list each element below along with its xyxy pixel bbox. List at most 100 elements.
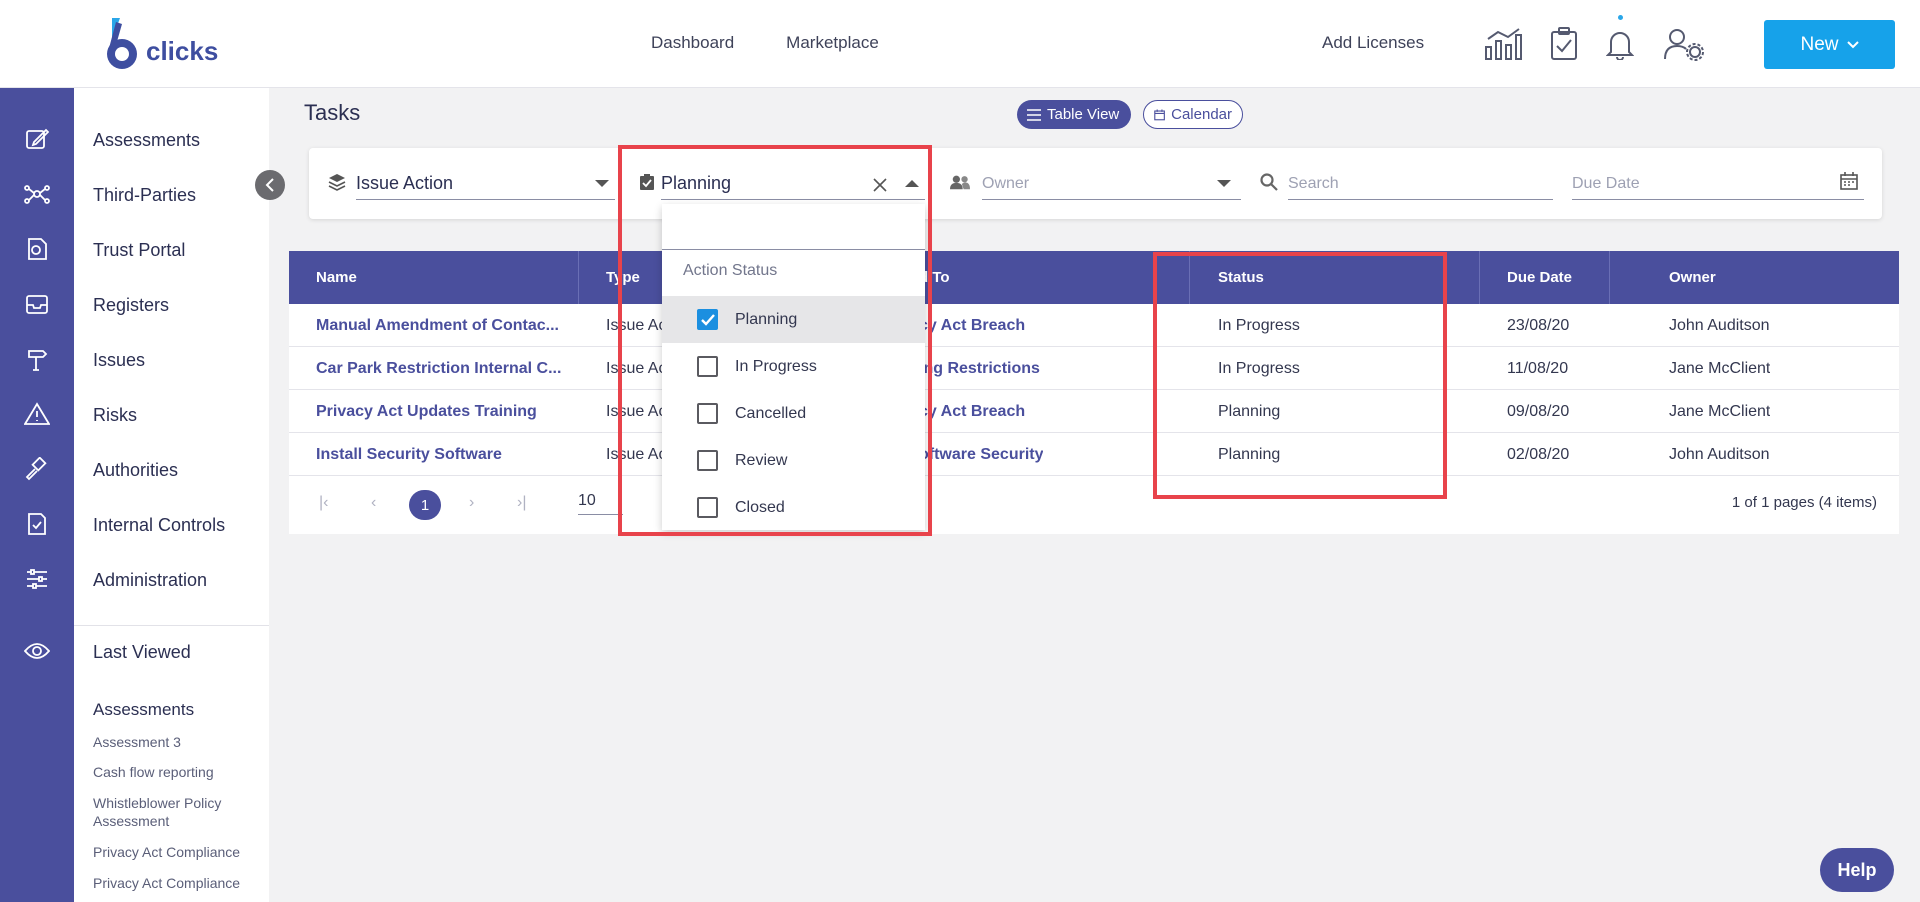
sidebar-item-administration[interactable]: Administration bbox=[93, 570, 207, 591]
column-header-owner[interactable]: Owner bbox=[1642, 251, 1716, 304]
help-label: Help bbox=[1837, 859, 1877, 880]
table-row[interactable]: Privacy Act Updates Training Issue Ac cy… bbox=[289, 390, 1899, 433]
risks-warning-icon[interactable] bbox=[22, 399, 52, 429]
icon-rail bbox=[0, 88, 74, 902]
chevron-left-icon bbox=[265, 178, 274, 192]
list-icon bbox=[1027, 108, 1041, 121]
table-row[interactable]: Install Security Software Issue Ac oftwa… bbox=[289, 433, 1899, 476]
authorities-gavel-icon[interactable] bbox=[22, 454, 52, 484]
internal-controls-checklist-icon[interactable] bbox=[22, 509, 52, 539]
top-nav: Dashboard Marketplace bbox=[651, 33, 879, 53]
sidebar-divider bbox=[74, 625, 269, 626]
first-page-icon[interactable]: |‹ bbox=[319, 494, 328, 512]
calendar-icon[interactable] bbox=[1840, 172, 1858, 190]
type-filter-select[interactable]: Issue Action bbox=[356, 168, 615, 200]
sidebar-item-issues[interactable]: Issues bbox=[93, 350, 145, 371]
task-name-link[interactable]: Manual Amendment of Contac... bbox=[289, 304, 578, 347]
task-linked-to-link[interactable]: oftware Security bbox=[919, 433, 1043, 476]
due-date-placeholder: Due Date bbox=[1572, 174, 1640, 192]
last-viewed-eye-icon[interactable] bbox=[22, 636, 52, 666]
sidebar-item-trust-portal[interactable]: Trust Portal bbox=[93, 240, 185, 261]
filter-panel: Issue Action Planning Owner Search Due D… bbox=[309, 148, 1882, 219]
task-owner: John Auditson bbox=[1669, 445, 1770, 463]
task-due-date: 02/08/20 bbox=[1507, 445, 1570, 463]
task-name-link[interactable]: Privacy Act Updates Training bbox=[289, 390, 578, 433]
column-separator bbox=[1609, 251, 1610, 304]
new-button-label: New bbox=[1800, 33, 1839, 55]
previous-page-icon[interactable]: ‹ bbox=[371, 494, 376, 512]
search-input[interactable]: Search bbox=[1288, 168, 1553, 200]
top-bar: clicks Dashboard Marketplace Add License… bbox=[0, 0, 1920, 88]
third-parties-network-icon[interactable] bbox=[22, 179, 52, 209]
recent-item[interactable]: Cash flow reporting bbox=[93, 763, 263, 781]
table-row[interactable]: Car Park Restriction Internal C... Issue… bbox=[289, 347, 1899, 390]
table-header: Name Type d To Status Due Date Owner bbox=[289, 251, 1899, 304]
logo[interactable]: clicks bbox=[98, 16, 218, 72]
recent-item[interactable]: Assessment 3 bbox=[93, 733, 263, 751]
page-number-current[interactable]: 1 bbox=[409, 490, 441, 520]
registers-tray-icon[interactable] bbox=[22, 289, 52, 319]
sidebar-item-assessments[interactable]: Assessments bbox=[93, 130, 200, 151]
pagination: |‹ ‹ 1 › ›| 10 1 of 1 pages (4 items) bbox=[289, 476, 1899, 534]
table-view-label: Table View bbox=[1047, 106, 1120, 123]
logo-text: clicks bbox=[146, 35, 219, 66]
logo-mark-icon bbox=[98, 16, 142, 72]
search-icon bbox=[1259, 172, 1279, 192]
recent-item[interactable]: Privacy Act Compliance bbox=[93, 874, 263, 892]
table-view-button[interactable]: Table View bbox=[1017, 100, 1131, 129]
task-due-date: 11/08/20 bbox=[1507, 359, 1569, 377]
page-title: Tasks bbox=[304, 100, 361, 125]
task-linked-to-link[interactable]: ing Restrictions bbox=[919, 347, 1040, 390]
layers-icon bbox=[327, 172, 347, 192]
caret-down-icon bbox=[1217, 180, 1231, 187]
task-linked-to-link[interactable]: cy Act Breach bbox=[919, 304, 1025, 347]
last-viewed-heading: Last Viewed bbox=[93, 642, 191, 662]
task-name-link[interactable]: Car Park Restriction Internal C... bbox=[289, 347, 578, 390]
due-date-input[interactable]: Due Date bbox=[1572, 168, 1864, 200]
nav-marketplace[interactable]: Marketplace bbox=[786, 33, 879, 53]
help-button[interactable]: Help bbox=[1820, 848, 1894, 892]
calendar-view-button[interactable]: Calendar bbox=[1143, 100, 1243, 129]
bell-icon[interactable] bbox=[1598, 24, 1642, 64]
column-header-due-date[interactable]: Due Date bbox=[1480, 251, 1572, 304]
table-row[interactable]: Manual Amendment of Contac... Issue Ac c… bbox=[289, 304, 1899, 347]
trust-portal-document-icon[interactable] bbox=[22, 234, 52, 264]
assessments-edit-icon[interactable] bbox=[22, 124, 52, 154]
add-licenses-link[interactable]: Add Licenses bbox=[1322, 33, 1424, 53]
owner-filter-select[interactable]: Owner bbox=[982, 168, 1241, 200]
user-settings-icon[interactable] bbox=[1662, 24, 1706, 64]
sidebar-item-third-parties[interactable]: Third-Parties bbox=[93, 185, 196, 206]
tasks-table: Name Type d To Status Due Date Owner Man… bbox=[289, 251, 1899, 534]
last-page-icon[interactable]: ›| bbox=[517, 494, 526, 512]
task-linked-to-link[interactable]: cy Act Breach bbox=[919, 390, 1025, 433]
sidebar-item-internal-controls[interactable]: Internal Controls bbox=[93, 515, 225, 536]
task-name-link[interactable]: Install Security Software bbox=[289, 433, 578, 476]
task-owner: Jane McClient bbox=[1669, 359, 1771, 377]
pagination-info: 1 of 1 pages (4 items) bbox=[1731, 494, 1877, 511]
sidebar-collapse-button[interactable] bbox=[255, 170, 285, 200]
column-header-name[interactable]: Name bbox=[289, 251, 357, 304]
issues-signpost-icon[interactable] bbox=[22, 344, 52, 374]
sidebar-item-registers[interactable]: Registers bbox=[93, 295, 169, 316]
calendar-view-label: Calendar bbox=[1171, 106, 1232, 123]
analytics-chart-icon[interactable] bbox=[1481, 24, 1525, 64]
page-size-select[interactable]: 10 bbox=[578, 492, 623, 515]
table-body: Manual Amendment of Contac... Issue Ac c… bbox=[289, 304, 1899, 476]
recent-item[interactable]: Privacy Act Compliance bbox=[93, 843, 263, 861]
task-due-date: 09/08/20 bbox=[1507, 402, 1570, 420]
highlight-box-status-column bbox=[1153, 252, 1447, 499]
people-icon bbox=[950, 172, 970, 192]
task-owner: John Auditson bbox=[1669, 316, 1770, 334]
notification-dot bbox=[1618, 15, 1623, 20]
task-owner: Jane McClient bbox=[1669, 402, 1771, 420]
tasks-clipboard-icon[interactable] bbox=[1542, 24, 1586, 64]
nav-dashboard[interactable]: Dashboard bbox=[651, 33, 734, 53]
sidebar-item-risks[interactable]: Risks bbox=[93, 405, 137, 426]
administration-sliders-icon[interactable] bbox=[22, 564, 52, 594]
sidebar-item-authorities[interactable]: Authorities bbox=[93, 460, 178, 481]
recent-item[interactable]: Whistleblower Policy Assessment bbox=[93, 794, 263, 830]
new-button[interactable]: New bbox=[1764, 20, 1895, 69]
next-page-icon[interactable]: › bbox=[469, 494, 474, 512]
search-placeholder: Search bbox=[1288, 174, 1339, 192]
calendar-icon bbox=[1154, 108, 1165, 120]
